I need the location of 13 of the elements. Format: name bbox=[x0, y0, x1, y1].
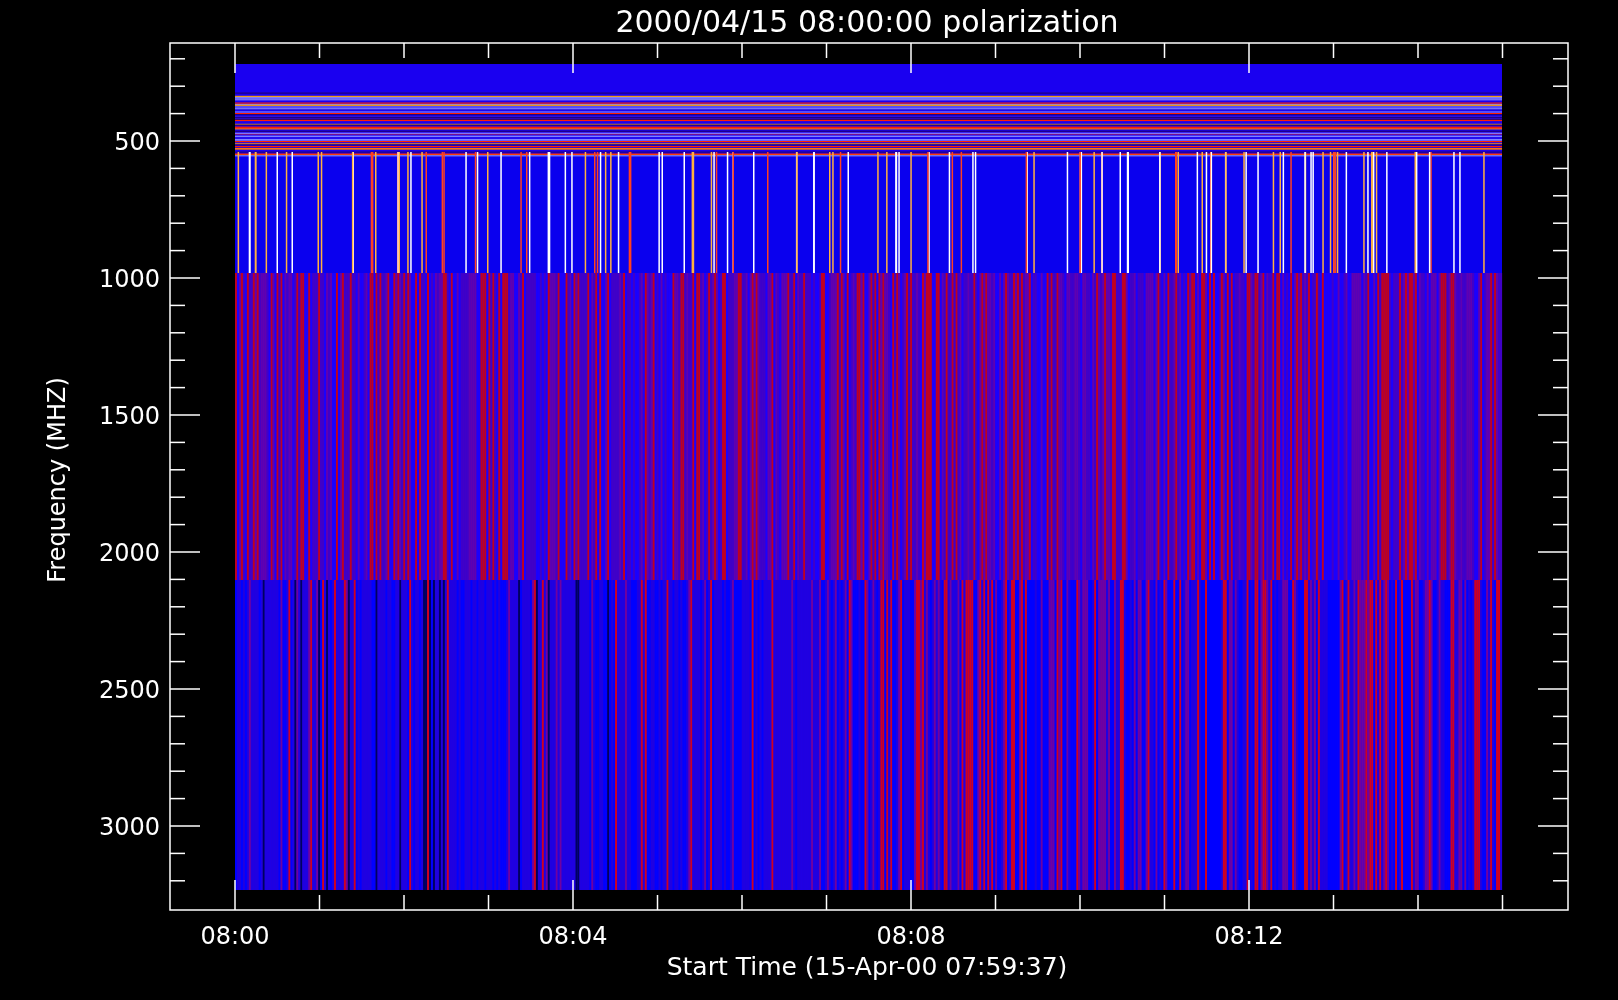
x-tick-label: 08:12 bbox=[1214, 922, 1284, 950]
y-tick-label: 3000 bbox=[98, 813, 160, 841]
x-tick-label: 08:08 bbox=[876, 922, 946, 950]
y-tick-label: 500 bbox=[114, 128, 160, 156]
chart-title: 2000/04/15 08:00:00 polarization bbox=[615, 4, 1119, 39]
y-tick-label: 2500 bbox=[98, 676, 160, 704]
x-tick-label: 08:04 bbox=[538, 922, 608, 950]
y-tick-label: 1000 bbox=[98, 265, 160, 293]
x-tick-label: 08:00 bbox=[200, 922, 270, 950]
y-tick-label: 1500 bbox=[98, 402, 160, 430]
x-axis-label: Start Time (15-Apr-00 07:59:37) bbox=[666, 952, 1068, 981]
y-axis-label: Frequency (MHZ) bbox=[43, 377, 71, 583]
y-tick-label: 2000 bbox=[98, 539, 160, 567]
